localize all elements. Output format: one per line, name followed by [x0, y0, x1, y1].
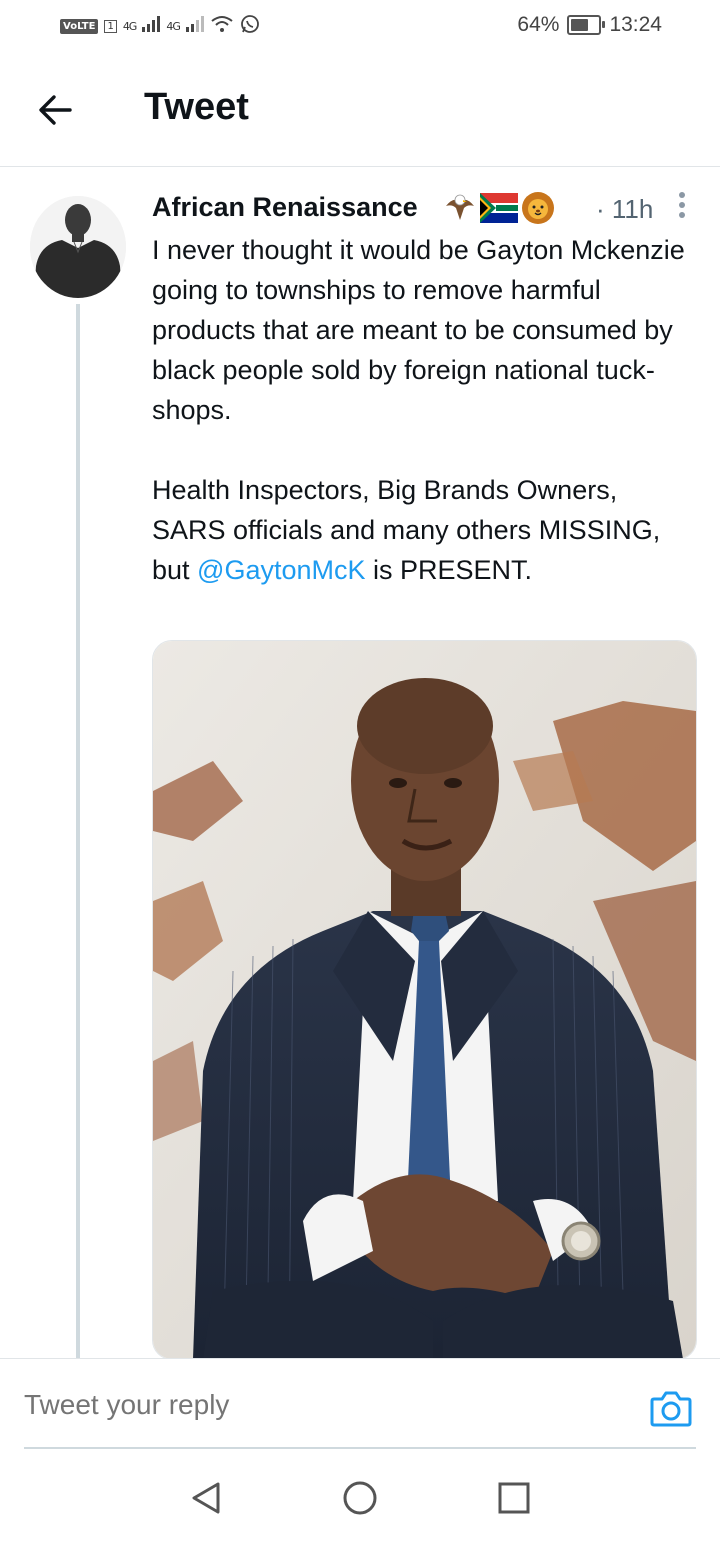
network-2-label: 4G [166, 19, 180, 33]
whatsapp-icon [240, 14, 260, 38]
camera-icon[interactable] [650, 1389, 692, 1429]
page-title: Tweet [144, 86, 249, 128]
reply-input[interactable] [24, 1389, 604, 1421]
volte-badge: VoLTE [60, 18, 99, 34]
lion-icon [520, 190, 556, 231]
mention-link[interactable]: @GaytonMcK [197, 555, 365, 585]
top-app-bar: Tweet [0, 56, 720, 167]
avatar[interactable] [30, 196, 126, 298]
tweet-text: I never thought it would be Gayton Mcken… [152, 230, 697, 590]
eagle-icon [442, 190, 478, 231]
sim-indicator: 1 [104, 19, 117, 33]
status-left: VoLTE 1 4G 4G [60, 14, 260, 38]
reply-bar [0, 1358, 720, 1449]
nav-home-icon[interactable] [342, 1480, 378, 1516]
clock: 13:24 [609, 13, 662, 36]
network-1-label: 4G [122, 19, 137, 33]
status-bar: VoLTE 1 4G 4G 64% 13:24 [0, 0, 720, 56]
tweet-paragraph-1: I never thought it would be Gayton Mcken… [152, 235, 685, 425]
signal-2-icon [185, 16, 204, 36]
tweet-time: · 11h [596, 194, 654, 224]
tweet-paragraph-2: Health Inspectors, Big Brands Owners, SA… [152, 470, 697, 590]
signal-1-icon [142, 16, 161, 36]
more-vertical-icon[interactable] [672, 190, 692, 224]
south-africa-flag-icon [480, 190, 518, 231]
tweet-header: African Renaissance · 11h [152, 190, 692, 226]
battery-icon [567, 15, 606, 35]
battery-percent: 64% [517, 13, 560, 36]
tweet-paragraph-2-end: is PRESENT. [365, 555, 533, 585]
arrow-left-icon[interactable] [36, 90, 76, 130]
wifi-icon [210, 15, 234, 37]
thread-line [76, 304, 80, 1358]
status-right: 64% 13:24 [517, 13, 662, 37]
battery-fill [571, 19, 589, 31]
author-emojis [442, 190, 556, 231]
author-name[interactable]: African Renaissance [152, 192, 418, 223]
system-nav-bar [0, 1450, 720, 1541]
nav-recents-icon[interactable] [496, 1480, 532, 1516]
tweet-photo[interactable] [152, 640, 697, 1360]
nav-back-icon[interactable] [188, 1480, 224, 1516]
reply-underline [24, 1447, 696, 1449]
